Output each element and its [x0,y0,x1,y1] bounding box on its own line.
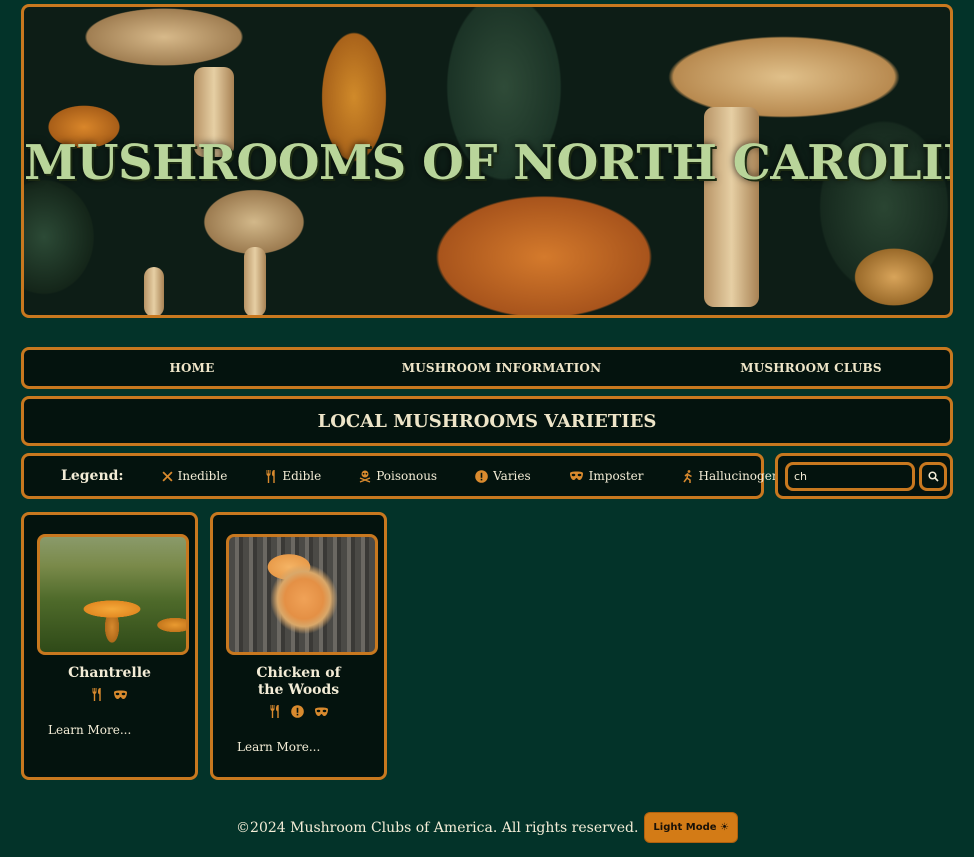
utensils-icon [266,469,276,483]
mushroom-photo [37,534,189,655]
skull-crossbones-icon [359,470,371,483]
x-icon [162,470,173,482]
legend-item-inedible: Inedible [162,469,228,483]
search-icon [927,470,939,482]
mushroom-name: Chantrelle [68,665,151,681]
mask-icon [314,707,328,716]
search-button[interactable] [919,461,947,491]
legend: Legend: Inedible Edible Poisonous Varies… [21,453,790,499]
section-title: LOCAL MUSHROOMS VARIETIES [317,410,657,432]
legend-item-label: Imposter [588,469,644,483]
search-panel [775,453,953,499]
mask-icon [569,471,583,480]
utensils-icon [270,705,279,718]
legend-item-hallucinogenic: Hallucinogenic [682,469,790,483]
legend-item-label: Edible [282,469,322,483]
banner-mushroom-stem [244,247,266,315]
mushroom-card: Chantrelle Learn More... [21,512,198,780]
mushroom-photo [226,534,378,655]
legend-item-label: Varies [493,469,531,483]
mushroom-category-icons [24,688,195,701]
utensils-icon [92,688,101,701]
learn-more-link[interactable]: Learn More... [48,723,131,737]
legend-item-varies: Varies [475,469,531,483]
nav-home[interactable]: HOME [24,361,360,375]
legend-item-edible: Edible [265,469,321,483]
legend-item-imposter: Imposter [569,469,644,483]
learn-more-link[interactable]: Learn More... [237,740,320,754]
exclamation-circle-icon [475,469,488,483]
banner-mushroom-stem [144,267,164,315]
mushroom-name: Chicken of the Woods [256,665,341,698]
nav-mushroom-clubs[interactable]: MUSHROOM CLUBS [643,361,974,375]
search-input[interactable] [785,461,915,491]
legend-item-label: Poisonous [376,469,438,483]
nav-mushroom-information[interactable]: MUSHROOM INFORMATION [360,361,643,375]
exclamation-circle-icon [290,705,304,718]
footer: ©2024 Mushroom Clubs of America. All rig… [0,812,974,843]
legend-item-label: Inedible [177,469,228,483]
section-header: LOCAL MUSHROOMS VARIETIES [21,396,953,446]
legend-label: Legend: [61,468,124,484]
light-mode-toggle[interactable]: Light Mode ☀ [644,812,738,843]
running-figure-icon [682,469,692,483]
mask-icon [114,690,127,699]
legend-item-poisonous: Poisonous [359,469,437,483]
mushroom-card: Chicken of the Woods Learn More... [210,512,387,780]
copyright-text: ©2024 Mushroom Clubs of America. All rig… [236,819,639,836]
site-title: MUSHROOMS OF NORTH CAROLINA [24,135,953,191]
hero-banner: MUSHROOMS OF NORTH CAROLINA [21,4,953,318]
mushroom-category-icons [213,705,384,718]
main-nav: HOME MUSHROOM INFORMATION MUSHROOM CLUBS [21,347,953,389]
